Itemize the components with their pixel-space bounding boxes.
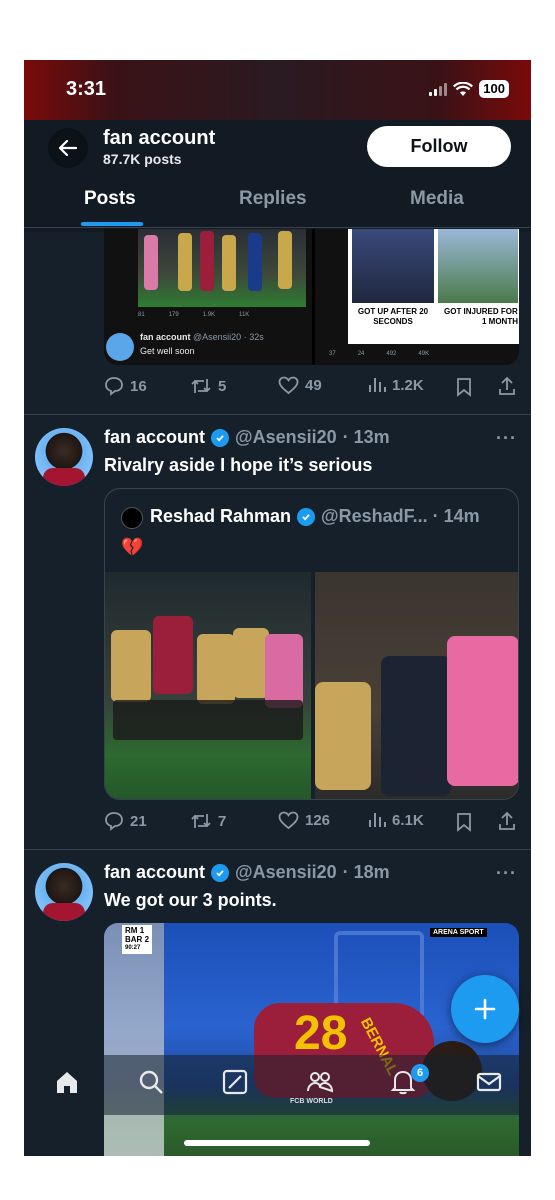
views-icon [369,813,386,827]
share-icon[interactable] [498,811,516,831]
app-frame: 3:31 100 fan account 87.7K posts Follow … [24,60,531,1156]
mini-counts-right: 37 24 492 49K [329,351,430,357]
verified-badge-icon [211,428,230,447]
repost-icon [191,379,211,393]
foreground-player [104,923,164,1156]
image-watermark: FCB WORLD [290,1098,333,1105]
heart-icon [278,376,299,395]
profile-title: fan account 87.7K posts [103,127,215,167]
like-button[interactable]: 126 [278,811,330,830]
battery-indicator: 100 [479,80,509,98]
repost-icon [191,814,211,828]
views-icon [369,378,386,392]
more-options-icon[interactable]: ··· [496,428,517,449]
comparison-meme: GOT UP AFTER 20 SECONDS GOT INJURED FOR … [348,229,519,344]
bottom-navigation [24,1055,531,1115]
match-image[interactable]: RM 1 BAR 2 90:27 ARENA SPORT 28 BERNAL [104,923,519,1156]
follow-button[interactable]: Follow [367,126,511,167]
active-tab-indicator [81,222,143,226]
post-divider [24,849,531,850]
more-options-icon[interactable]: ··· [496,863,517,884]
post-time: · 18m [342,862,390,882]
quoted-name: fan account [140,332,191,342]
wifi-icon [453,81,474,96]
screenshot-image-left[interactable]: fan account @Asensii20 · 32s Get well so… [104,229,312,365]
reply-button[interactable]: 16 [104,376,147,396]
tab-media[interactable]: Media [410,188,464,210]
status-bar: 3:31 100 [24,60,531,120]
profile-tabs: Posts Replies Media [24,172,531,228]
post-header: fan account @Asensii20 · 18m [104,862,390,883]
search-icon[interactable] [138,1069,164,1095]
quoted-avatar [121,507,143,529]
system-icons: 100 [429,80,509,98]
quoted-header: fan account @Asensii20 · 32s [140,332,264,342]
post-divider [24,414,531,415]
verified-badge-icon [211,863,230,882]
author-handle[interactable]: @Asensii20 [235,862,337,883]
bookmark-icon[interactable] [456,377,472,397]
like-button[interactable]: 49 [278,376,322,395]
home-icon[interactable] [54,1069,80,1095]
injury-photo [138,229,306,307]
quoted-image-left[interactable] [105,572,311,799]
scoreboard: RM 1 BAR 2 90:27 [122,925,153,954]
compose-button[interactable] [451,975,519,1043]
media-grid[interactable]: fan account @Asensii20 · 32s Get well so… [104,229,519,365]
grok-icon[interactable] [222,1069,248,1095]
notification-badge: 6 [411,1064,429,1082]
quoted-post[interactable]: Reshad Rahman @ReshadF... · 14m 💔 [104,488,519,800]
caption-right: GOT INJURED FOR 1 MONTH [444,307,518,326]
communities-icon[interactable] [306,1069,334,1095]
tab-posts[interactable]: Posts [84,188,136,210]
post-time: · 13m [342,427,390,447]
tab-replies[interactable]: Replies [239,188,307,210]
author-name[interactable]: fan account [104,862,205,883]
home-indicator[interactable] [184,1140,370,1146]
quoted-handle: @ReshadF... · 14m [321,506,480,526]
plus-icon [474,998,496,1020]
avatar[interactable] [35,863,93,921]
quoted-avatar [106,333,134,361]
back-button[interactable] [48,128,88,168]
cellular-signal-icon [429,82,448,96]
share-icon[interactable] [498,376,516,396]
quoted-text: Get well soon [140,346,195,356]
messages-icon[interactable] [476,1069,502,1095]
quoted-image-right[interactable] [315,572,518,799]
views-button[interactable]: 6.1K [368,811,424,829]
author-name[interactable]: fan account [104,427,205,448]
quoted-author: Reshad Rahman [150,506,292,526]
arrow-left-icon [59,140,77,156]
views-button[interactable]: 1.2K [368,376,424,394]
quoted-handle: @Asensii20 · 32s [193,332,264,342]
post-header: fan account @Asensii20 · 13m [104,427,390,448]
quoted-text: 💔 [121,537,144,557]
post-text: Rivalry aside I hope it’s serious [104,455,373,475]
mini-counts-left: 81 179 1.9K 11K [138,312,250,318]
post-actions: 21 7 126 6.1K [24,811,531,837]
bookmark-icon[interactable] [456,812,472,832]
repost-button[interactable]: 5 [190,376,226,396]
screenshot-image-right[interactable]: GOT UP AFTER 20 SECONDS GOT INJURED FOR … [315,229,519,365]
reply-icon [105,812,123,831]
post-count: 87.7K posts [103,151,182,167]
author-handle[interactable]: @Asensii20 [235,427,337,448]
post-text: We got our 3 points. [104,890,277,910]
verified-badge-icon [297,507,316,526]
reply-button[interactable]: 21 [104,811,147,831]
reply-icon [105,377,123,396]
repost-button[interactable]: 7 [190,811,226,831]
quoted-header: Reshad Rahman @ReshadF... · 14m [150,506,480,527]
avatar[interactable] [35,428,93,486]
account-name: fan account [103,127,216,149]
channel-tag: ARENA SPORT [430,928,487,937]
caption-left: GOT UP AFTER 20 SECONDS [357,307,429,326]
post-actions: 16 5 49 1.2K [24,376,531,402]
heart-icon [278,811,299,830]
status-time: 3:31 [66,78,107,100]
